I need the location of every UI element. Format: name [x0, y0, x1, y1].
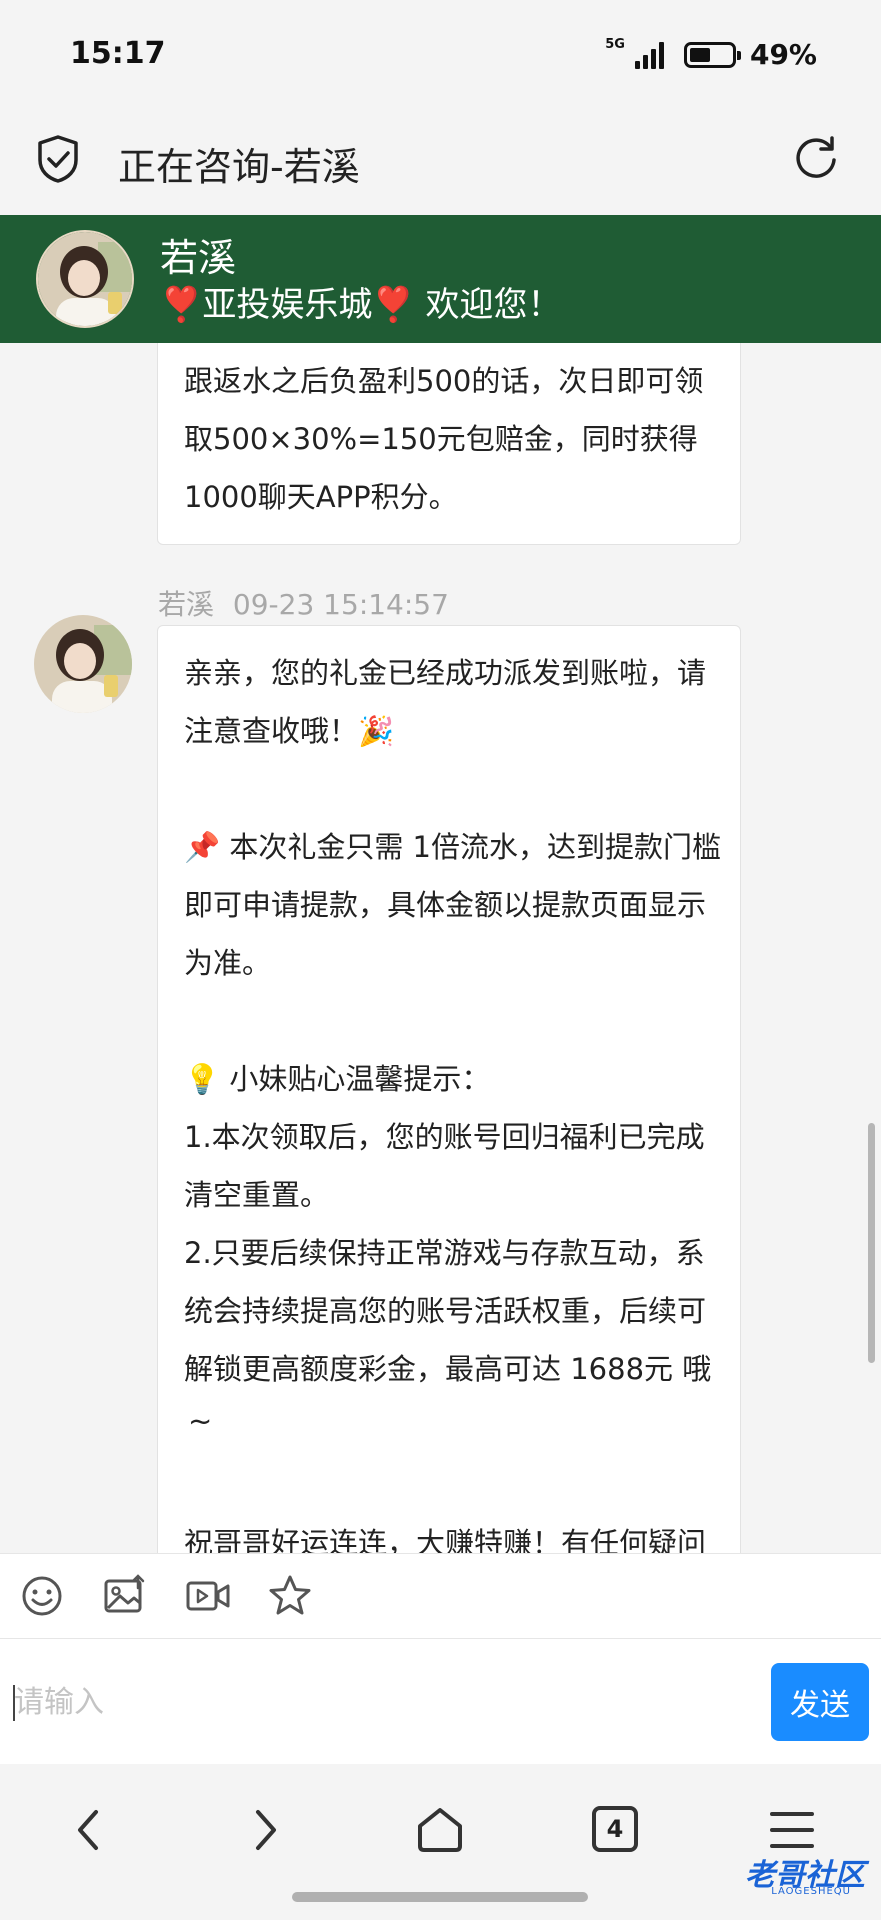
sender-name: 若溪 — [158, 588, 215, 621]
battery-percent: 49% — [749, 38, 817, 71]
message-line: 即可申请提款，具体金额以提款页面显示 — [184, 888, 707, 922]
emoji-icon[interactable] — [18, 1572, 66, 1620]
star-icon[interactable] — [266, 1572, 314, 1620]
chat-scrollbar[interactable] — [868, 1123, 875, 1363]
image-icon[interactable] — [100, 1572, 148, 1620]
agent-name: 若溪 — [160, 236, 237, 280]
message-line: 跟返水之后负盈利500的话，次日即可领 — [184, 364, 704, 398]
message-bubble: 跟返水之后负盈利500的话，次日即可领 取500×30%=150元包赔金，同时获… — [157, 343, 741, 545]
send-button[interactable]: 发送 — [771, 1663, 869, 1741]
home-indicator[interactable] — [292, 1892, 588, 1902]
browser-nav-bar: 4 老哥社区 LAOGESHEQU — [0, 1764, 881, 1920]
message-bubble: 亲亲，您的礼金已经成功派发到账啦，请 注意查收哦！🎉 📌 本次礼金只需 1倍流水… — [157, 625, 741, 1553]
message-line: 1.本次领取后，您的账号回归福利已完成 — [184, 1120, 705, 1154]
message-line: 解锁更高额度彩金，最高可达 1688元 哦 — [184, 1352, 712, 1386]
home-icon[interactable] — [412, 1802, 468, 1858]
text-caret — [13, 1685, 15, 1721]
battery-icon — [683, 41, 741, 68]
signal-icon — [634, 41, 664, 69]
tabs-button[interactable]: 4 — [592, 1806, 638, 1852]
video-icon[interactable] — [184, 1572, 232, 1620]
header-slogan: ❣️亚投娱乐城❣️ 欢迎您！ — [160, 285, 562, 325]
refresh-icon[interactable] — [791, 132, 841, 182]
message-line: 亲亲，您的礼金已经成功派发到账啦，请 — [184, 656, 707, 690]
status-indicators: 5G 49% — [605, 37, 817, 71]
agent-avatar — [34, 615, 132, 713]
message-line: 1000聊天APP积分。 — [184, 480, 458, 514]
message-input[interactable] — [8, 1667, 748, 1737]
message-line: 取500×30%=150元包赔金，同时获得 — [184, 422, 698, 456]
forward-icon[interactable] — [236, 1802, 292, 1858]
message-line: 📌 本次礼金只需 1倍流水，达到提款门槛 — [184, 830, 721, 864]
status-time: 15:17 — [70, 36, 166, 71]
message-line: 祝哥哥好运连连，大赚特赚！有任何疑问 — [184, 1526, 707, 1553]
message-line: 统会持续提高您的账号活跃权重，后续可 — [184, 1294, 707, 1328]
chat-header: 若溪 ❣️亚投娱乐城❣️ 欢迎您！ — [0, 215, 881, 343]
message-line: 清空重置。 — [184, 1178, 330, 1212]
title-bar: 正在咨询-若溪 — [0, 110, 881, 215]
message-line: ~ — [188, 1404, 213, 1438]
battery-fill — [689, 47, 710, 62]
message-line: 为准。 — [184, 946, 272, 980]
message-line: 注意查收哦！🎉 — [184, 714, 395, 748]
back-icon[interactable] — [62, 1802, 118, 1858]
shield-check-icon[interactable] — [36, 134, 80, 184]
chat-area[interactable]: 跟返水之后负盈利500的话，次日即可领 取500×30%=150元包赔金，同时获… — [0, 343, 881, 1553]
page-title: 正在咨询-若溪 — [118, 145, 360, 189]
agent-avatar — [36, 230, 134, 328]
message-line: 2.只要后续保持正常游戏与存款互动，系 — [184, 1236, 705, 1270]
watermark-subtext: LAOGESHEQU — [771, 1886, 851, 1897]
message-meta: 若溪 09-23 15:14:57 — [158, 583, 449, 623]
message-line: 💡 小妹贴心温馨提示： — [184, 1062, 491, 1096]
composer-toolbar — [0, 1553, 881, 1639]
message-timestamp: 09-23 15:14:57 — [232, 588, 449, 621]
composer: 发送 — [0, 1639, 881, 1764]
status-bar: 15:17 5G 49% — [0, 0, 881, 110]
network-type: 5G — [605, 37, 625, 52]
